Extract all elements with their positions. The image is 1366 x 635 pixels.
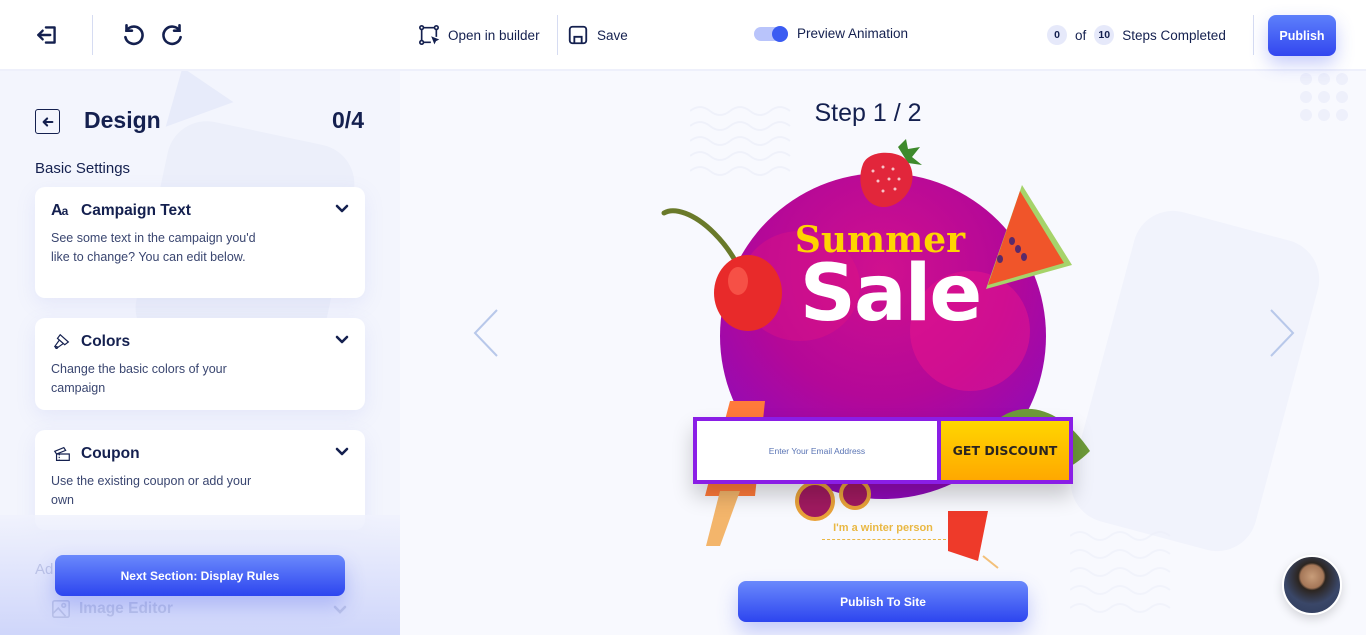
top-bar: Open in builder Save Preview Animation 0… (0, 0, 1366, 71)
save-icon (568, 25, 588, 45)
card-title: Campaign Text (81, 202, 191, 219)
colors-card[interactable]: Colors Change the basic colors of your c… (35, 318, 365, 410)
preview-animation-label: Preview Animation (797, 26, 909, 41)
image-icon (52, 600, 70, 618)
chevron-down-icon[interactable] (335, 333, 349, 347)
coupon-icon (51, 444, 73, 464)
get-discount-button[interactable]: GET DISCOUNT (941, 421, 1069, 480)
card-title: Colors (81, 333, 131, 350)
campaign-text-card[interactable]: Aa Campaign Text See some text in the ca… (35, 187, 365, 298)
arrow-left-icon (42, 116, 53, 127)
email-form: GET DISCOUNT (693, 417, 1073, 484)
save-label: Save (597, 27, 628, 43)
sidebar-title: Design (84, 107, 161, 133)
publish-button[interactable]: Publish (1268, 15, 1336, 56)
card-description: Use the existing coupon or add your own (51, 474, 252, 507)
user-avatar[interactable] (1282, 555, 1342, 615)
background-waves (1070, 531, 1171, 613)
chevron-right-icon (1270, 309, 1295, 357)
steps-total-count: 10 (1094, 25, 1115, 45)
toggle-knob (772, 26, 788, 42)
card-description: Change the basic colors of your campaign (51, 362, 227, 395)
card-description: See some text in the campaign you'd like… (51, 231, 256, 264)
previous-step-arrow[interactable] (472, 308, 502, 358)
exit-icon[interactable] (34, 22, 60, 48)
divider (92, 15, 93, 55)
next-step-arrow[interactable] (1266, 308, 1296, 358)
steps-of: of (1075, 27, 1087, 43)
undo-icon[interactable] (120, 22, 146, 48)
back-button[interactable] (35, 109, 60, 134)
chevron-left-icon (473, 309, 498, 357)
open-in-builder-label: Open in builder (448, 27, 540, 43)
preview-animation-toggle[interactable] (754, 26, 788, 42)
divider (557, 15, 558, 55)
steps-label: Steps Completed (1122, 27, 1226, 43)
email-input[interactable] (697, 421, 937, 480)
chevron-down-icon[interactable] (335, 202, 349, 216)
strawberry-illustration (860, 139, 922, 208)
save-button[interactable]: Save (567, 22, 628, 48)
image-editor-label: Image Editor (79, 600, 173, 617)
chevron-down-icon[interactable] (335, 445, 349, 459)
redo-icon[interactable] (160, 22, 186, 48)
headline-sale: Sale (799, 249, 982, 339)
builder-icon (419, 25, 440, 45)
card-title: Coupon (81, 445, 140, 462)
preview-area: Step 1 / 2 Summer Sale Enter Your Email … (400, 71, 1366, 635)
font-size-icon: Aa (51, 202, 68, 219)
open-in-builder-button[interactable]: Open in builder (418, 22, 540, 48)
publish-to-site-button[interactable]: Publish To Site (738, 581, 1028, 622)
campaign-preview: Summer Sale GET DISCOUNT I'm a winter pe… (660, 139, 1100, 569)
image-editor-item: Image Editor (51, 599, 173, 619)
basic-settings-label: Basic Settings (35, 160, 131, 177)
paint-brush-icon (51, 332, 73, 352)
next-section-button[interactable]: Next Section: Display Rules (55, 555, 345, 596)
decline-link[interactable]: I'm a winter person (660, 522, 1106, 534)
chevron-down-icon (333, 605, 347, 614)
steps-progress: 0 of 10 Steps Completed (1047, 25, 1226, 45)
sidebar: Design 0/4 Basic Settings Aa Campaign Te… (0, 71, 400, 635)
steps-completed-count: 0 (1047, 25, 1067, 45)
sidebar-progress: 0/4 (332, 107, 364, 133)
background-triangle (148, 71, 234, 127)
umbrella-illustration (948, 511, 999, 569)
decline-link-underline (822, 539, 946, 540)
advanced-settings-label: Ad (35, 561, 54, 578)
step-title: Step 1 / 2 (814, 99, 922, 127)
divider (1253, 15, 1254, 55)
